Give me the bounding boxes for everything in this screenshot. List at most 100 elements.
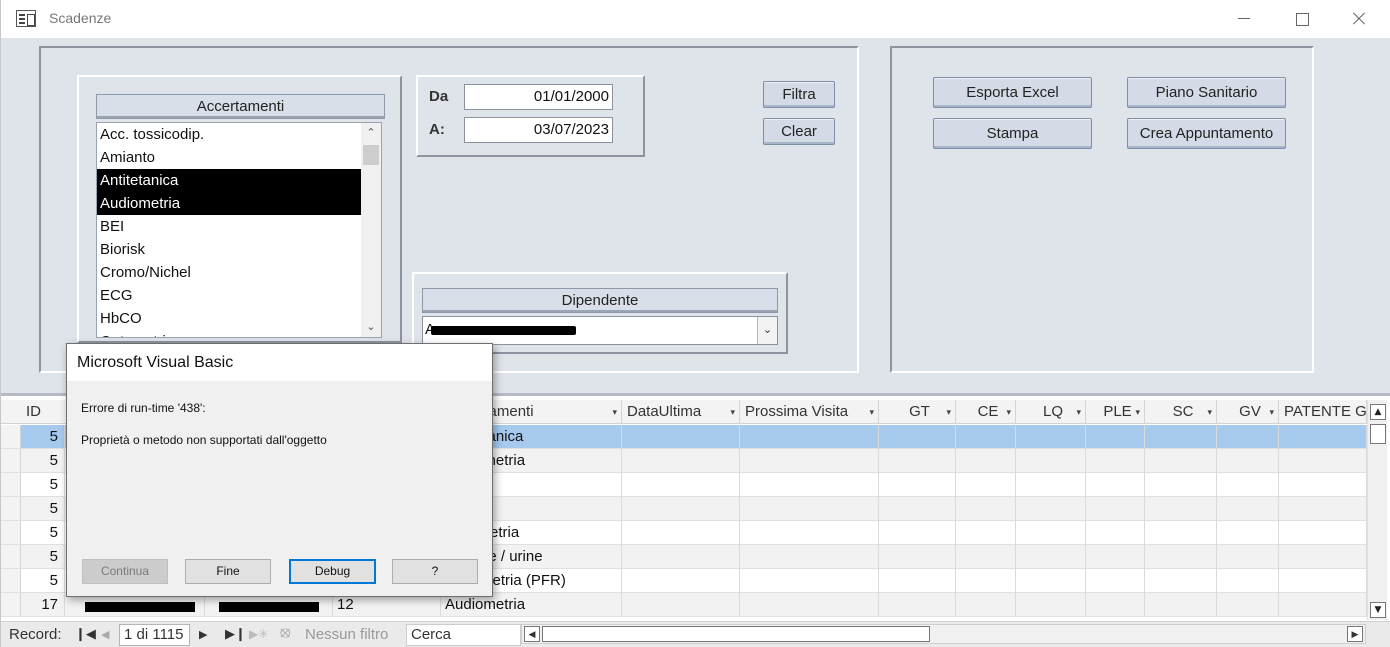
id-cell[interactable]: 5 bbox=[21, 425, 65, 449]
maximize-button[interactable] bbox=[1273, 0, 1329, 38]
record-selector[interactable] bbox=[1, 449, 21, 472]
scroll-thumb[interactable] bbox=[363, 145, 379, 165]
column-header[interactable]: PLE ▾ bbox=[1086, 400, 1145, 424]
grid-cell[interactable] bbox=[1217, 449, 1279, 473]
grid-cell[interactable] bbox=[956, 545, 1016, 569]
next-record-icon[interactable]: ▶ bbox=[199, 628, 207, 641]
last-record-icon[interactable]: ▶❙ bbox=[225, 626, 246, 642]
accertamenti-scrollbar[interactable]: ⌃ ⌄ bbox=[361, 123, 381, 337]
grid-cell[interactable] bbox=[622, 497, 740, 521]
id-cell[interactable]: 5 bbox=[21, 473, 65, 497]
grid-cell[interactable] bbox=[1086, 473, 1145, 497]
grid-cell[interactable] bbox=[740, 521, 879, 545]
accertamenti-list-item[interactable]: BEI bbox=[97, 215, 361, 238]
accertamenti-list-item[interactable]: Audiometria bbox=[97, 192, 361, 215]
grid-cell[interactable] bbox=[1217, 521, 1279, 545]
grid-cell[interactable] bbox=[740, 545, 879, 569]
accertamenti-list-item[interactable]: Cromo/Nichel bbox=[97, 261, 361, 284]
grid-cell[interactable] bbox=[1145, 449, 1217, 473]
column-header[interactable]: GT ▾ bbox=[879, 400, 956, 424]
scroll-up-icon[interactable]: ⌃ bbox=[361, 123, 381, 143]
sort-filter-arrow-icon[interactable]: ▾ bbox=[1135, 400, 1140, 424]
sort-filter-arrow-icon[interactable]: ▾ bbox=[1269, 400, 1274, 424]
grid-cell[interactable] bbox=[1016, 593, 1086, 617]
scroll-right-icon[interactable]: ▶ bbox=[1347, 626, 1363, 642]
sort-filter-arrow-icon[interactable]: ▾ bbox=[869, 400, 874, 424]
sort-filter-arrow-icon[interactable]: ▾ bbox=[1076, 400, 1081, 424]
grid-cell[interactable] bbox=[879, 569, 956, 593]
grid-cell[interactable] bbox=[1217, 569, 1279, 593]
grid-cell[interactable] bbox=[622, 593, 740, 617]
grid-scrollbar[interactable]: ▲ ▼ bbox=[1367, 400, 1387, 620]
da-date-input[interactable]: 01/01/2000 bbox=[464, 84, 613, 110]
id-cell[interactable]: 5 bbox=[21, 545, 65, 569]
grid-cell[interactable] bbox=[1279, 425, 1367, 449]
accertamenti-list-item[interactable]: Amianto bbox=[97, 146, 361, 169]
grid-cell[interactable] bbox=[956, 521, 1016, 545]
column-header[interactable]: CE ▾ bbox=[956, 400, 1016, 424]
record-selector[interactable] bbox=[1, 521, 21, 544]
grid-cell[interactable] bbox=[1145, 425, 1217, 449]
accertamenti-list-item[interactable]: Biorisk bbox=[97, 238, 361, 261]
filter-status[interactable]: Nessun filtro bbox=[305, 626, 388, 643]
id-cell[interactable]: 5 bbox=[21, 497, 65, 521]
grid-cell[interactable] bbox=[956, 497, 1016, 521]
piano-sanitario-button[interactable]: Piano Sanitario bbox=[1127, 77, 1286, 108]
grid-cell[interactable] bbox=[740, 569, 879, 593]
grid-cell[interactable] bbox=[1279, 569, 1367, 593]
grid-cell[interactable] bbox=[1016, 473, 1086, 497]
grid-cell[interactable] bbox=[622, 521, 740, 545]
horizontal-scrollbar[interactable]: ◀ ▶ bbox=[521, 624, 1366, 644]
grid-cell[interactable] bbox=[1145, 593, 1217, 617]
grid-cell[interactable] bbox=[740, 593, 879, 617]
grid-cell[interactable] bbox=[622, 425, 740, 449]
accertamenti-list-item[interactable]: Acc. tossicodip. bbox=[97, 123, 361, 146]
previous-record-icon[interactable]: ◀ bbox=[101, 628, 109, 641]
sort-filter-arrow-icon[interactable]: ▾ bbox=[1006, 400, 1011, 424]
id-cell[interactable]: 5 bbox=[21, 521, 65, 545]
grid-cell[interactable] bbox=[1217, 497, 1279, 521]
continua-button[interactable]: Continua bbox=[82, 559, 168, 584]
dipendente-combobox[interactable]: A ⌄ bbox=[422, 316, 778, 345]
scroll-thumb[interactable] bbox=[1370, 424, 1386, 444]
column-header[interactable]: PATENTE G bbox=[1279, 400, 1367, 424]
accertamenti-list-item[interactable]: ECG bbox=[97, 284, 361, 307]
id-cell[interactable]: 17 bbox=[21, 593, 65, 617]
grid-cell[interactable] bbox=[1016, 497, 1086, 521]
grid-cell[interactable] bbox=[1086, 569, 1145, 593]
accertamenti-list-item[interactable]: Antitetanica bbox=[97, 169, 361, 192]
grid-cell[interactable] bbox=[1086, 497, 1145, 521]
grid-cell[interactable] bbox=[879, 449, 956, 473]
grid-cell[interactable] bbox=[1086, 593, 1145, 617]
crea-appuntamento-button[interactable]: Crea Appuntamento bbox=[1127, 118, 1286, 149]
grid-cell[interactable] bbox=[1145, 497, 1217, 521]
grid-cell[interactable] bbox=[1086, 521, 1145, 545]
grid-cell[interactable] bbox=[622, 569, 740, 593]
grid-cell[interactable] bbox=[740, 425, 879, 449]
grid-cell[interactable] bbox=[956, 449, 1016, 473]
search-input[interactable]: Cerca bbox=[406, 624, 521, 646]
record-selector[interactable] bbox=[1, 425, 21, 448]
column-header[interactable]: Prossima Visita ▾ bbox=[740, 400, 879, 424]
grid-cell[interactable] bbox=[1217, 593, 1279, 617]
grid-cell[interactable] bbox=[1279, 593, 1367, 617]
grid-cell[interactable] bbox=[1016, 569, 1086, 593]
grid-cell[interactable] bbox=[879, 473, 956, 497]
stampa-button[interactable]: Stampa bbox=[933, 118, 1092, 149]
first-record-icon[interactable]: ❙◀ bbox=[75, 626, 96, 642]
grid-cell[interactable] bbox=[1279, 545, 1367, 569]
esporta-excel-button[interactable]: Esporta Excel bbox=[933, 77, 1092, 108]
column-header[interactable]: LQ ▾ bbox=[1016, 400, 1086, 424]
record-selector[interactable] bbox=[1, 593, 21, 616]
grid-cell[interactable] bbox=[879, 545, 956, 569]
accertamenti-list-item[interactable]: Optometria bbox=[97, 330, 361, 337]
scroll-up-icon[interactable]: ▲ bbox=[1370, 404, 1386, 420]
grid-cell[interactable] bbox=[1217, 545, 1279, 569]
grid-cell[interactable] bbox=[1086, 425, 1145, 449]
id-cell[interactable]: 5 bbox=[21, 449, 65, 473]
grid-cell[interactable] bbox=[1279, 449, 1367, 473]
record-selector[interactable] bbox=[1, 569, 21, 592]
grid-cell[interactable] bbox=[1217, 425, 1279, 449]
grid-cell[interactable] bbox=[956, 425, 1016, 449]
chevron-down-icon[interactable]: ⌄ bbox=[757, 317, 777, 344]
